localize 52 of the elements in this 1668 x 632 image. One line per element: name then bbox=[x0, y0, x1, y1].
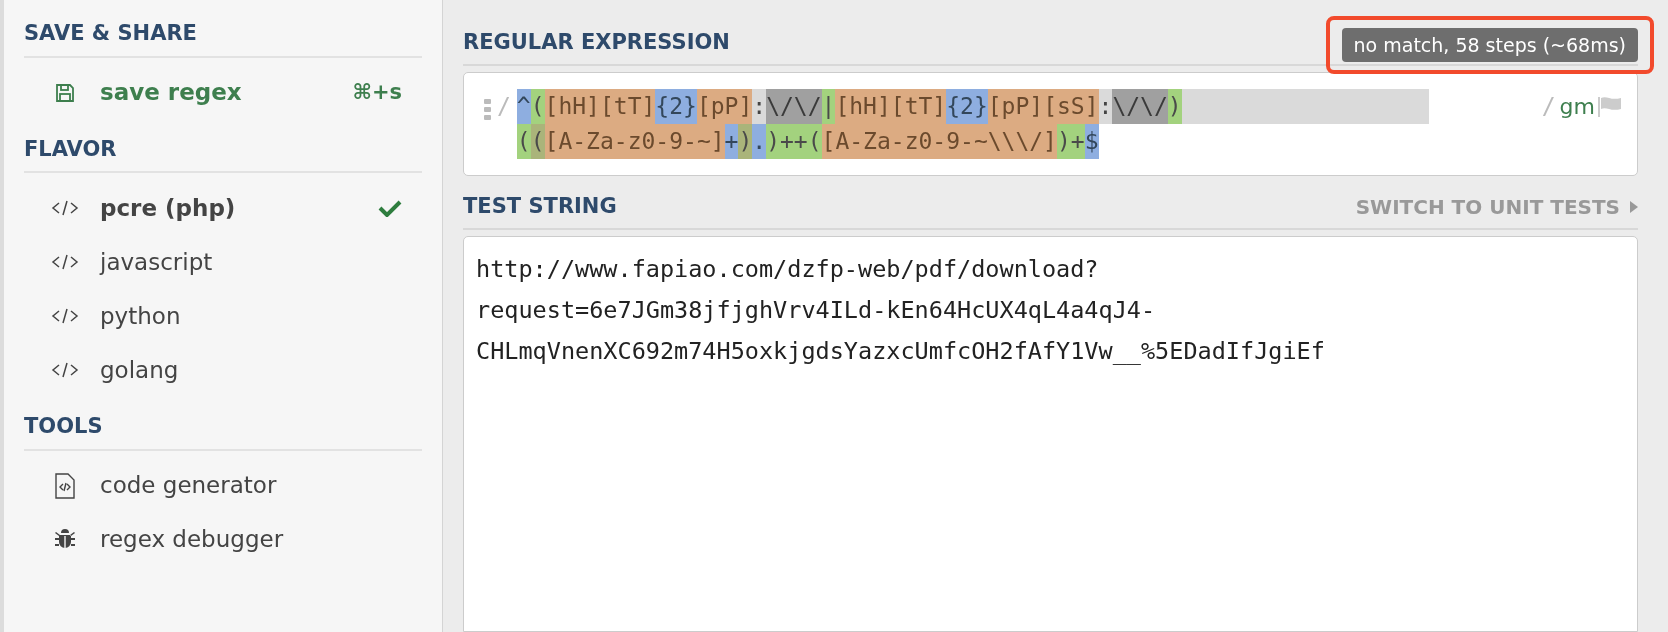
section-heading: REGULAR EXPRESSION bbox=[463, 28, 730, 56]
regex-token: [A-Za-z0-9-~\\\/] bbox=[821, 124, 1057, 159]
regex-token: [pP] bbox=[696, 89, 753, 124]
regex-token: ( bbox=[516, 124, 531, 159]
save-button[interactable]: save regex ⌘+s bbox=[4, 65, 442, 120]
match-status-badge: no match, 58 steps (~68ms) bbox=[1341, 27, 1638, 62]
regex-token: [A-Za-z0-9-~] bbox=[544, 124, 725, 159]
regex-field[interactable]: / ^([hH][tT]{2}[pP]:\/\/|[hH][tT]{2}[pP][sS]:\/\/) (([A-Za-z0-9-~]+).)++([A-Za-z0-9-~\\\/])+$ / gm bbox=[463, 72, 1638, 176]
flag-icon[interactable] bbox=[1597, 95, 1623, 119]
code-icon bbox=[51, 252, 79, 272]
delimiter: / bbox=[1541, 92, 1556, 121]
caret-right-icon bbox=[1630, 201, 1638, 213]
sidebar-item[interactable]: code generator bbox=[4, 458, 442, 513]
test-string-line: CHLmqVnenXC692m74H5oxkjgdsYazxcUmfcOH2fAfY1Vw__%5EDadIfJgiEf bbox=[476, 336, 1325, 367]
regex-token: [tT] bbox=[599, 89, 656, 124]
code-icon bbox=[51, 360, 79, 380]
regex-token: ) bbox=[738, 124, 753, 159]
section-heading: SAVE & SHARE bbox=[24, 21, 197, 45]
sidebar-item[interactable]: pcre (php) bbox=[4, 181, 442, 235]
regex-token: )+ bbox=[1056, 124, 1085, 159]
shortcut-label: ⌘+s bbox=[352, 78, 402, 106]
regex-token: : bbox=[752, 92, 767, 121]
test-string-field[interactable]: http://www.fapiao.com/dzfp-web/pdf/download? request=6e7JGm38jfjghVrv4ILd-kEn64HcUX4qL4a4qJ4- CHLmqVnenXC692m74H5oxkjgdsYazxcUmfcOH2fAfY1Vw__%5EDadIfJgiEf bbox=[463, 236, 1638, 632]
regex-token: \/\/ bbox=[766, 89, 822, 124]
regex-token: \/\/ bbox=[1112, 89, 1168, 124]
regex-token: [hH] bbox=[544, 89, 600, 124]
section-heading: TEST STRING bbox=[463, 192, 617, 220]
regex-token: [sS] bbox=[1043, 89, 1099, 124]
regex-token: [hH] bbox=[835, 89, 891, 124]
sidebar-item[interactable]: javascript bbox=[4, 235, 442, 289]
regex-token: : bbox=[1098, 92, 1113, 121]
regex-token: [tT] bbox=[890, 89, 947, 124]
regex-token: ^ bbox=[516, 89, 531, 124]
code-file-icon bbox=[54, 472, 76, 499]
code-icon bbox=[51, 306, 79, 326]
code-icon bbox=[51, 198, 79, 218]
regex-token: [pP] bbox=[987, 89, 1044, 124]
test-string-line: request=6e7JGm38jfjghVrv4ILd-kEn64HcUX4qL4a4qJ4- bbox=[476, 295, 1156, 326]
drag-handle-icon[interactable] bbox=[484, 99, 491, 120]
section-heading: FLAVOR bbox=[24, 136, 117, 161]
sidebar-item[interactable]: python bbox=[4, 289, 442, 343]
test-string-line: http://www.fapiao.com/dzfp-web/pdf/download? bbox=[476, 254, 1099, 285]
sidebar-item[interactable]: regex debugger bbox=[4, 512, 442, 567]
flags-label[interactable]: gm bbox=[1559, 89, 1595, 124]
regex-token: {2} bbox=[946, 89, 988, 124]
regex-token: . bbox=[752, 124, 767, 159]
section-heading: TOOLS bbox=[24, 414, 103, 438]
sidebar-item[interactable]: golang bbox=[4, 343, 442, 397]
regex-token: )++( bbox=[766, 124, 822, 159]
checkmark-icon bbox=[378, 199, 402, 217]
regex-token: {2} bbox=[655, 89, 697, 124]
delimiter: / bbox=[497, 92, 511, 121]
